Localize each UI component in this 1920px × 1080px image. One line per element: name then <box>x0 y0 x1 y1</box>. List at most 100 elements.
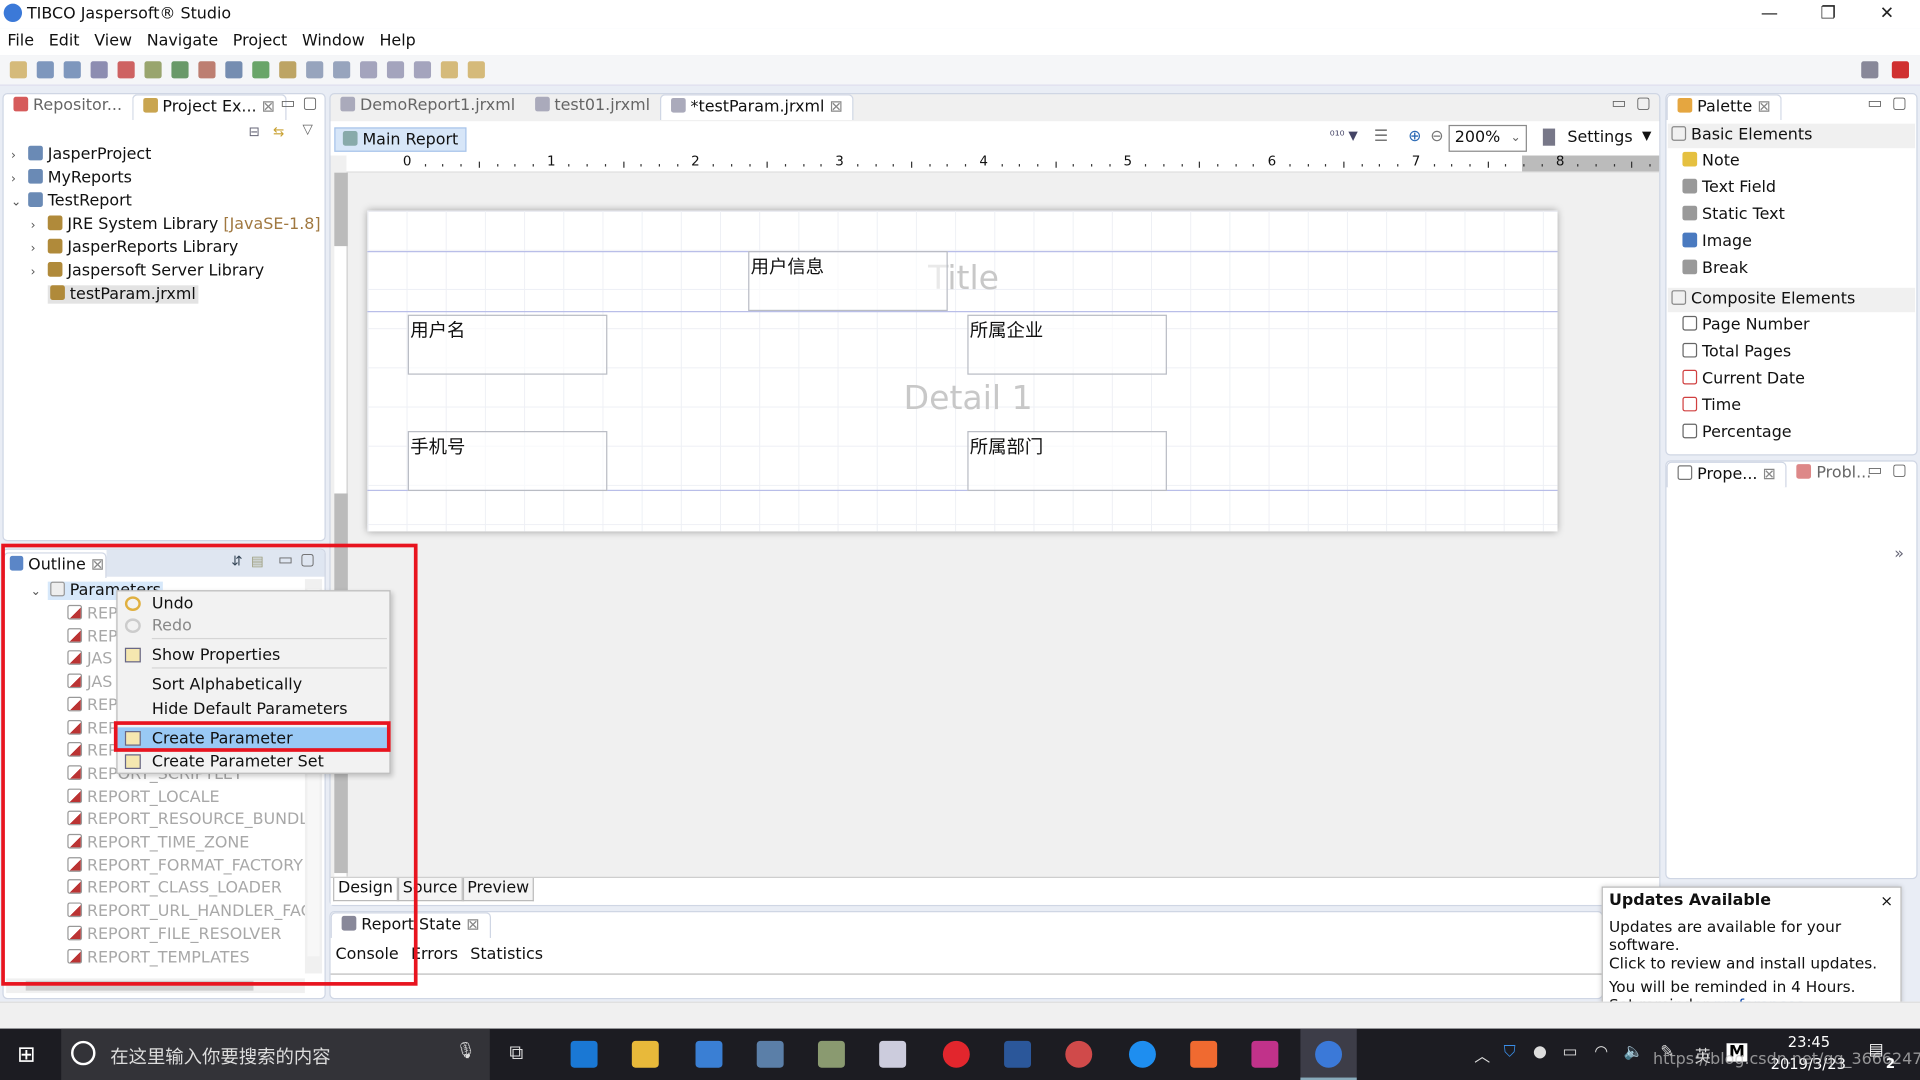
volume-icon[interactable]: 🔈 <box>1624 1043 1644 1061</box>
palette-item[interactable]: Total Pages <box>1682 340 1791 364</box>
toolbar-button-icon[interactable] <box>252 61 270 79</box>
updates-text[interactable]: Click to review and install updates. <box>1609 954 1894 972</box>
close-tab-icon[interactable]: ⊠ <box>830 97 843 115</box>
collapse-all-icon[interactable]: ⊟ <box>249 124 260 140</box>
clock-time[interactable]: 23:45 <box>1788 1033 1830 1050</box>
toolbar-button-icon[interactable] <box>225 61 243 79</box>
zoom-in-icon[interactable]: ⊕ <box>1408 127 1421 145</box>
show-hidden-icons[interactable]: ︿ <box>1474 1043 1490 1066</box>
expand-arrow-icon[interactable]: › <box>11 168 28 191</box>
project-tree-item[interactable]: › MyReports <box>11 167 132 190</box>
palette-item[interactable]: Note <box>1682 149 1740 173</box>
minimize-pane-icon[interactable]: ▭ <box>1611 94 1626 112</box>
field-company[interactable]: 所属企业 <box>967 314 1167 375</box>
toolbar-button-icon[interactable] <box>279 61 297 79</box>
toolbar-button-icon[interactable] <box>36 61 54 79</box>
field-department[interactable]: 所属部门 <box>967 431 1167 492</box>
netease-music-icon[interactable] <box>942 1040 970 1068</box>
editor-tab[interactable]: test01.jrxml <box>525 94 660 118</box>
expand-icon[interactable]: » <box>1894 545 1904 563</box>
menu-file[interactable]: File <box>0 28 41 55</box>
maximize-pane-icon[interactable]: ▢ <box>1892 94 1907 112</box>
microphone-icon[interactable]: 🎙 <box>456 1042 476 1060</box>
minimize-pane-icon[interactable]: ▭ <box>1867 94 1882 112</box>
close-tab-icon[interactable]: ⊠ <box>1757 98 1770 116</box>
open-perspective-icon[interactable] <box>1861 61 1879 79</box>
file-explorer-icon[interactable] <box>631 1040 659 1068</box>
project-tree-item[interactable]: › JasperReports Library <box>31 236 239 259</box>
toolbar-button-icon[interactable] <box>198 61 216 79</box>
expand-arrow-icon[interactable]: › <box>11 144 28 167</box>
editor-tab[interactable]: DemoReport1.jrxml <box>331 94 525 118</box>
edge-browser-icon[interactable] <box>570 1040 598 1068</box>
toolbar-button-icon[interactable] <box>440 61 458 79</box>
restore-button[interactable]: ❐ <box>1800 0 1856 28</box>
taskbar-search-box[interactable]: 在这里输入你要搜索的内容 🎙 <box>61 1028 490 1080</box>
minimize-button[interactable]: — <box>1741 0 1797 28</box>
bands-icon[interactable]: ☰ <box>1374 127 1388 145</box>
wifi-icon[interactable]: ◠ <box>1594 1043 1608 1061</box>
field-phone[interactable]: 手机号 <box>407 431 608 492</box>
close-tab-icon[interactable]: ⊠ <box>466 916 479 934</box>
close-tab-icon[interactable]: ⊠ <box>1763 465 1776 483</box>
jaspersoft-taskbar-button[interactable] <box>1300 1028 1357 1080</box>
tab-project-explorer[interactable]: Project Ex... ⊠ <box>131 93 287 120</box>
toolbar-button-icon[interactable] <box>117 61 135 79</box>
battery-icon[interactable]: ▭ <box>1562 1043 1577 1061</box>
settings-dropdown-icon[interactable]: ▼ <box>1642 130 1651 143</box>
field-username[interactable]: 用户名 <box>407 314 608 375</box>
palette-item[interactable]: Static Text <box>1682 203 1785 227</box>
tab-errors[interactable]: Errors <box>411 945 458 963</box>
security-shield-icon[interactable]: ⛉ <box>1504 1043 1516 1061</box>
toolbar-button-icon[interactable] <box>171 61 189 79</box>
project-tree-item[interactable]: › Jaspersoft Server Library <box>31 260 265 283</box>
palette-item[interactable]: Current Date <box>1682 367 1805 391</box>
toolbar-button-icon[interactable] <box>306 61 324 79</box>
tab-palette[interactable]: Palette ⊠ <box>1666 94 1782 121</box>
task-view-icon[interactable]: ⧉ <box>509 1041 523 1065</box>
close-tab-icon[interactable]: ⊠ <box>262 97 275 115</box>
word-icon[interactable] <box>1004 1040 1032 1068</box>
toolbar-button-icon[interactable] <box>386 61 405 79</box>
zoom-out-icon[interactable]: ⊖ <box>1430 127 1443 145</box>
pc-app-icon[interactable] <box>756 1040 784 1068</box>
field-user-info[interactable]: 用户信息 <box>748 251 948 312</box>
chat-app-icon[interactable] <box>1128 1040 1156 1068</box>
minimize-pane-icon[interactable]: ▭ <box>280 94 295 112</box>
zoom-select[interactable]: 200% ⌄ <box>1448 124 1527 152</box>
menu-project[interactable]: Project <box>225 28 294 55</box>
expand-arrow-icon[interactable]: › <box>31 214 48 237</box>
minimize-pane-icon[interactable]: ▭ <box>1867 462 1882 480</box>
menu-view[interactable]: View <box>87 28 139 55</box>
menu-help[interactable]: Help <box>372 28 423 55</box>
project-tree-item[interactable]: testParam.jrxml <box>31 283 199 306</box>
palette-item[interactable]: Percentage <box>1682 421 1792 445</box>
export-format-icon[interactable]: ⁰¹⁰ ▼ <box>1330 130 1358 143</box>
project-tree-item[interactable]: ⌄ TestReport <box>11 190 132 213</box>
maximize-pane-icon[interactable]: ▢ <box>1636 94 1651 112</box>
palette-item[interactable]: Text Field <box>1682 176 1776 200</box>
tab-properties[interactable]: Prope... ⊠ <box>1666 461 1787 487</box>
maximize-pane-icon[interactable]: ▢ <box>1892 462 1907 480</box>
window-app-icon[interactable] <box>879 1040 907 1068</box>
close-button[interactable]: ✕ <box>1859 0 1915 28</box>
toolbar-button-icon[interactable] <box>360 61 378 79</box>
tab-repository[interactable]: Repositor... <box>4 94 132 118</box>
palette-item[interactable]: Break <box>1682 257 1748 281</box>
toolbar-button-icon[interactable] <box>333 61 351 79</box>
action-center-icon[interactable]: ▤ <box>1869 1041 1884 1059</box>
intellij-icon[interactable] <box>1251 1040 1279 1068</box>
qq-icon[interactable]: ● <box>1533 1043 1547 1061</box>
toolbar-button-icon[interactable] <box>467 61 485 79</box>
windows-start-icon[interactable]: ⊞ <box>17 1042 35 1068</box>
palette-basic-elements-header[interactable]: Basic Elements <box>1667 123 1916 149</box>
settings-button[interactable]: Settings <box>1567 129 1632 147</box>
jaspersoft-perspective-icon[interactable] <box>1891 61 1909 79</box>
menu-window[interactable]: Window <box>295 28 372 55</box>
project-tree-item[interactable]: › JasperProject <box>11 143 151 166</box>
maximize-pane-icon[interactable]: ▢ <box>302 94 317 112</box>
tab-statistics[interactable]: Statistics <box>470 945 543 963</box>
menu-edit[interactable]: Edit <box>41 28 87 55</box>
palette-composite-elements-header[interactable]: Composite Elements <box>1667 287 1916 313</box>
store-icon[interactable] <box>695 1040 723 1068</box>
